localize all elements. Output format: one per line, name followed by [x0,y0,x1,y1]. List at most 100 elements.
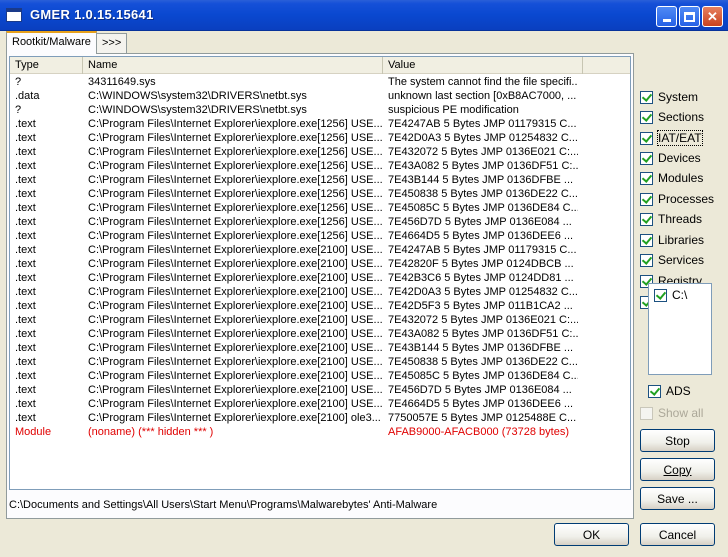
table-row[interactable]: .text C:\Program Files\Internet Explorer\… [10,215,630,229]
table-row[interactable]: .text C:\Program Files\Internet Explorer\… [10,411,630,425]
option-label: System [658,90,699,104]
checkbox[interactable] [640,192,653,206]
cell-value: 7E450838 5 Bytes JMP 0136DE22 C... [388,188,578,200]
cell-value: 7E456D7D 5 Bytes JMP 0136E084 ... [388,384,572,396]
cell-value: 7E43B144 5 Bytes JMP 0136DFBE ... [388,174,574,186]
table-row[interactable]: .text C:\Program Files\Internet Explorer\… [10,341,630,355]
option-services[interactable]: Services [640,252,704,268]
checkbox[interactable] [640,151,653,165]
option-modules[interactable]: Modules [640,170,703,186]
cell-value: 7E4247AB 5 Bytes JMP 01179315 C... [388,244,577,256]
table-row[interactable]: .text C:\Program Files\Internet Explorer\… [10,201,630,215]
ads-option[interactable]: ADS [648,383,691,399]
checkbox[interactable] [640,233,653,247]
cell-name: C:\Program Files\Internet Explorer\iexpl… [88,272,382,284]
cell-type: .text [15,230,36,242]
save-button[interactable]: Save ... [640,487,715,510]
table-row[interactable]: .text C:\Program Files\Internet Explorer\… [10,369,630,383]
cell-type: .text [15,342,36,354]
column-header-name[interactable]: Name [83,57,383,74]
ok-button[interactable]: OK [554,523,629,546]
cell-value: 7E450838 5 Bytes JMP 0136DE22 C... [388,356,578,368]
cell-value: 7E42820F 5 Bytes JMP 0124DBCB ... [388,258,574,270]
table-row[interactable]: .text C:\Program Files\Internet Explorer\… [10,299,630,313]
ads-checkbox[interactable] [648,384,661,398]
table-row[interactable]: .text C:\Program Files\Internet Explorer\… [10,117,630,131]
table-row[interactable]: .text C:\Program Files\Internet Explorer\… [10,131,630,145]
table-row[interactable]: .text C:\Program Files\Internet Explorer\… [10,327,630,341]
drive-item-c[interactable]: C:\ [654,288,687,302]
cancel-label: Cancel [658,527,697,542]
minimize-button[interactable] [656,6,677,27]
tab-more[interactable]: >>> [96,33,128,53]
drive-list[interactable]: C:\ [648,283,712,375]
table-row[interactable]: .text C:\Program Files\Internet Explorer\… [10,159,630,173]
table-row[interactable]: ? 34311649.sys The system cannot find the … [10,75,630,89]
table-row[interactable]: .text C:\Program Files\Internet Explorer\… [10,187,630,201]
table-row[interactable]: ? C:\WINDOWS\system32\DRIVERS\netbt.sys su… [10,103,630,117]
stop-button[interactable]: Stop [640,429,715,452]
window-title: GMER 1.0.15.15641 [30,7,154,22]
table-row[interactable]: .text C:\Program Files\Internet Explorer\… [10,355,630,369]
option-sections[interactable]: Sections [640,109,704,125]
checkbox[interactable] [640,253,653,267]
close-button[interactable]: ✕ [702,6,723,27]
cell-name: C:\Program Files\Internet Explorer\iexpl… [88,412,381,424]
checkbox[interactable] [640,90,653,104]
cell-name: C:\Program Files\Internet Explorer\iexpl… [88,370,382,382]
option-label: Processes [658,192,715,206]
tab-rootkit-malware[interactable]: Rootkit/Malware [6,31,97,54]
option-libraries[interactable]: Libraries [640,232,704,248]
title-bar[interactable]: GMER 1.0.15.15641 ✕ [0,0,728,31]
table-row[interactable]: .text C:\Program Files\Internet Explorer\… [10,145,630,159]
table-row[interactable]: .text C:\Program Files\Internet Explorer\… [10,173,630,187]
table-row[interactable]: .data C:\WINDOWS\system32\DRIVERS\netbt.s… [10,89,630,103]
cell-value: 7E43B144 5 Bytes JMP 0136DFBE ... [388,342,574,354]
table-row[interactable]: .text C:\Program Files\Internet Explorer\… [10,229,630,243]
cell-type: .text [15,188,36,200]
table-row[interactable]: Module (noname) (*** hidden *** ) AFAB9000… [10,425,630,439]
show-all-option[interactable]: Show all [640,405,703,421]
show-all-checkbox[interactable] [640,406,653,420]
cell-type: .data [15,90,40,102]
option-iat-eat[interactable]: IAT/EAT [640,130,703,146]
option-threads[interactable]: Threads [640,211,702,227]
table-row[interactable]: .text C:\Program Files\Internet Explorer\… [10,257,630,271]
option-system[interactable]: System [640,89,698,105]
column-header-value[interactable]: Value [383,57,583,74]
cell-type: ? [15,76,22,88]
cell-type: Module [15,426,52,438]
option-processes[interactable]: Processes [640,191,714,207]
table-row[interactable]: .text C:\Program Files\Internet Explorer\… [10,313,630,327]
copy-button[interactable]: Copy [640,458,715,481]
option-devices[interactable]: Devices [640,150,701,166]
cell-value: 7750057E 5 Bytes JMP 0125488E C... [388,412,577,424]
table-row[interactable]: .text C:\Program Files\Internet Explorer\… [10,243,630,257]
checkbox[interactable] [640,131,653,145]
cell-name: C:\Program Files\Internet Explorer\iexpl… [88,216,382,228]
checkbox[interactable] [640,110,653,124]
drive-c-checkbox[interactable] [654,288,667,302]
table-row[interactable]: .text C:\Program Files\Internet Explorer\… [10,285,630,299]
option-label: Sections [658,110,705,124]
cell-name: C:\Program Files\Internet Explorer\iexpl… [88,356,382,368]
checkbox[interactable] [640,171,653,185]
cell-name: C:\Program Files\Internet Explorer\iexpl… [88,244,382,256]
maximize-button[interactable] [679,6,700,27]
cell-name: C:\Program Files\Internet Explorer\iexpl… [88,118,382,130]
checkbox[interactable] [640,212,653,226]
table-row[interactable]: .text C:\Program Files\Internet Explorer\… [10,383,630,397]
results-list[interactable]: Type Name Value ? 34311649.sys The system … [9,56,631,490]
cell-value: 7E4664D5 5 Bytes JMP 0136DEE6 ... [388,398,574,410]
close-icon: ✕ [707,8,718,24]
cell-type: .text [15,216,36,228]
cell-type: .text [15,244,36,256]
cell-name: C:\Program Files\Internet Explorer\iexpl… [88,146,382,158]
cell-value: 7E42B3C6 5 Bytes JMP 0124DD81 ... [388,272,574,284]
table-row[interactable]: .text C:\Program Files\Internet Explorer\… [10,271,630,285]
cell-name: C:\Program Files\Internet Explorer\iexpl… [88,398,382,410]
option-label: Devices [658,151,701,165]
table-row[interactable]: .text C:\Program Files\Internet Explorer\… [10,397,630,411]
column-header-type[interactable]: Type [10,57,83,74]
cancel-button[interactable]: Cancel [640,523,715,546]
